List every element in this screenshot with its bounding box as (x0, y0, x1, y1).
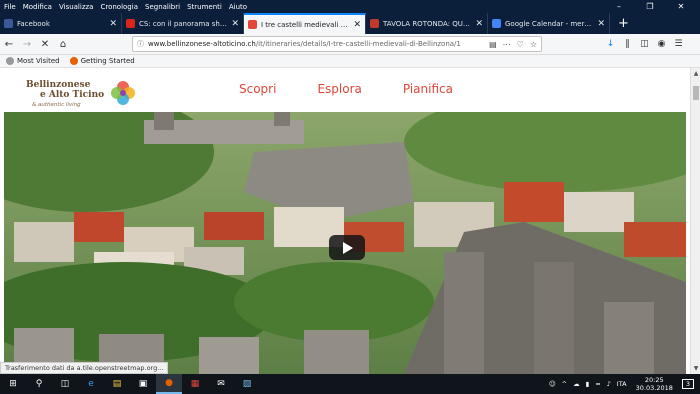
people-icon[interactable]: ☺ (549, 380, 556, 388)
menu-file[interactable]: File (4, 3, 16, 11)
tab-google-calendar[interactable]: Google Calendar - mercoledì, 4 ✕ (488, 13, 610, 34)
windows-start-icon[interactable]: ⊞ (0, 374, 26, 394)
search-icon[interactable]: ⚲ (26, 374, 52, 394)
page-content: Bellinzonese e Alto Ticino & authentic l… (0, 68, 690, 374)
clock[interactable]: 20:25 30.03.2018 (636, 376, 673, 392)
home-icon[interactable]: ⌂ (54, 39, 72, 50)
close-tab-icon[interactable]: ✕ (109, 19, 117, 29)
sidebar-icon[interactable]: ◫ (636, 39, 653, 49)
chevron-up-icon[interactable]: ^ (562, 380, 567, 388)
battery-icon[interactable]: ▮ (586, 380, 590, 388)
menu-segnalibri[interactable]: Segnalibri (145, 3, 180, 11)
downloads-icon[interactable]: ↓ (602, 39, 619, 49)
back-icon[interactable]: ← (0, 39, 18, 50)
logo-line2: e Alto Ticino (40, 90, 105, 100)
app-icon[interactable]: ▧ (234, 374, 260, 394)
menu-visualizza[interactable]: Visualizza (59, 3, 93, 11)
hamburger-menu-icon[interactable]: ☰ (670, 39, 687, 49)
mail-favicon-icon (126, 19, 135, 28)
clock-time: 20:25 (644, 376, 664, 384)
close-tab-icon[interactable]: ✕ (597, 19, 605, 29)
taskbar: ⊞ ⚲ ◫ e ▤ ▣ ● ▦ ✉ ▧ ☺ ^ ☁ ▮ ≈ ♪ ITA 20:2… (0, 374, 700, 394)
main-nav: Scopri Esplora Pianifica (239, 82, 494, 96)
task-view-icon[interactable]: ◫ (52, 374, 78, 394)
library-icon[interactable]: ‖ (619, 39, 636, 49)
bookmark-most-visited[interactable]: Most Visited (6, 57, 60, 65)
language-indicator[interactable]: ITA (617, 380, 627, 388)
minimize-icon[interactable]: – (607, 0, 631, 13)
calendar-favicon-icon (492, 19, 501, 28)
url-text: www.bellinzonese-altoticino.ch/it/itiner… (148, 40, 461, 48)
tab-title: CS: con il panorama shuttle alle (139, 19, 228, 28)
notification-count[interactable]: 3 (681, 379, 694, 389)
info-icon[interactable]: ⓘ (137, 39, 144, 49)
close-tab-icon[interactable]: ✕ (353, 20, 361, 30)
clock-date: 30.03.2018 (635, 384, 673, 392)
new-tab-button[interactable]: + (610, 13, 637, 34)
site-logo[interactable]: Bellinzonese e Alto Ticino & authentic l… (26, 80, 136, 114)
edge-icon[interactable]: e (78, 374, 104, 394)
gift-icon[interactable]: ▦ (182, 374, 208, 394)
logo-flower-icon (111, 81, 135, 105)
volume-icon[interactable]: ♪ (607, 380, 611, 388)
logo-line1: Bellinzonese (26, 80, 91, 90)
address-bar[interactable]: ⓘ www.bellinzonese-altoticino.ch/it/itin… (132, 36, 542, 52)
site-favicon-icon (248, 20, 257, 29)
scroll-up-icon[interactable]: ▲ (691, 70, 700, 77)
wifi-icon[interactable]: ≈ (595, 380, 600, 388)
nav-esplora[interactable]: Esplora (317, 82, 361, 96)
reader-view-icon[interactable]: ▤ (489, 40, 497, 49)
menu-bar: File Modifica Visualizza Cronologia Segn… (0, 0, 700, 13)
tab-bar: Facebook ✕ CS: con il panorama shuttle a… (0, 13, 700, 34)
tab-castelli-active[interactable]: I tre castelli medievali di Bellinz ✕ (244, 13, 366, 34)
close-tab-icon[interactable]: ✕ (475, 19, 483, 29)
logo-tagline: & authentic living (32, 102, 81, 108)
stop-icon[interactable]: ✕ (36, 39, 54, 50)
firefox-icon (69, 57, 78, 65)
bookmark-star-icon[interactable]: ☆ (530, 40, 537, 49)
video-player[interactable] (4, 112, 686, 374)
menu-strumenti[interactable]: Strumenti (187, 3, 222, 11)
tab-facebook[interactable]: Facebook ✕ (0, 13, 122, 34)
forward-icon[interactable]: → (18, 39, 36, 50)
menu-modifica[interactable]: Modifica (23, 3, 52, 11)
vertical-scrollbar[interactable]: ▲ ▼ (690, 68, 700, 374)
page-actions-icon[interactable]: ⋯ (503, 40, 511, 49)
document-favicon-icon (370, 19, 379, 28)
nav-scopri[interactable]: Scopri (239, 82, 276, 96)
status-bar: Trasferimento dati da a.tile.openstreetm… (0, 362, 169, 374)
play-button[interactable] (329, 235, 365, 260)
navigation-bar: ← → ✕ ⌂ ⓘ www.bellinzonese-altoticino.ch… (0, 34, 700, 55)
tab-panorama-shuttle[interactable]: CS: con il panorama shuttle alle ✕ (122, 13, 244, 34)
tab-title: TAVOLA ROTONDA: QUALE FU (383, 19, 472, 28)
close-tab-icon[interactable]: ✕ (231, 19, 239, 29)
bookmark-getting-started[interactable]: Getting Started (69, 57, 135, 65)
tab-title: Google Calendar - mercoledì, 4 (505, 19, 595, 28)
pocket-icon[interactable]: ♡ (517, 40, 524, 49)
gear-icon (6, 57, 14, 65)
tab-tavola-rotonda[interactable]: TAVOLA ROTONDA: QUALE FU ✕ (366, 13, 488, 34)
firefox-taskbar-icon[interactable]: ● (156, 374, 182, 394)
menu-aiuto[interactable]: Aiuto (229, 3, 247, 11)
store-icon[interactable]: ▣ (130, 374, 156, 394)
account-icon[interactable]: ◉ (653, 39, 670, 49)
restore-icon[interactable]: ❐ (638, 0, 662, 13)
scroll-thumb[interactable] (693, 86, 699, 100)
close-icon[interactable]: ✕ (669, 0, 693, 13)
nav-pianifica[interactable]: Pianifica (403, 82, 453, 96)
menu-cronologia[interactable]: Cronologia (100, 3, 138, 11)
bookmarks-bar: Most Visited Getting Started (0, 55, 700, 68)
facebook-favicon-icon (4, 19, 13, 28)
file-explorer-icon[interactable]: ▤ (104, 374, 130, 394)
tab-title: Facebook (17, 19, 50, 28)
tab-title: I tre castelli medievali di Bellinz (261, 20, 350, 29)
mail-icon[interactable]: ✉ (208, 374, 234, 394)
system-tray: ☺ ^ ☁ ▮ ≈ ♪ ITA 20:25 30.03.2018 3 (546, 374, 700, 394)
scroll-down-icon[interactable]: ▼ (691, 365, 700, 372)
cloud-icon[interactable]: ☁ (573, 380, 580, 388)
